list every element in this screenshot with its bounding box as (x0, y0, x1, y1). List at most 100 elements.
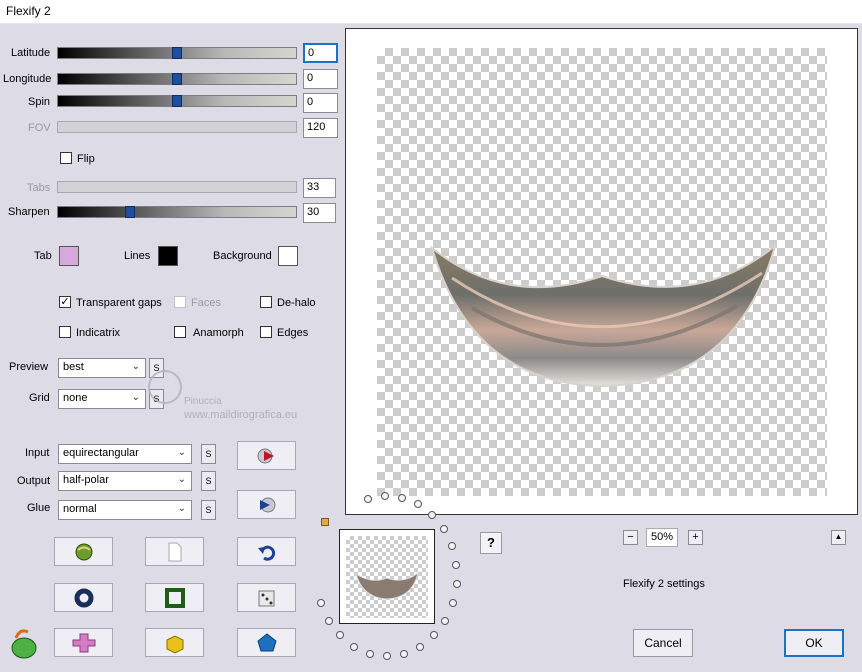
dial-dot[interactable] (441, 616, 450, 625)
dial-dot[interactable] (413, 500, 422, 509)
tab-color-label: Tab (34, 250, 52, 262)
ok-button[interactable]: OK (784, 629, 844, 657)
latitude-slider-thumb[interactable] (172, 47, 182, 59)
background-color-label: Background (213, 250, 272, 262)
fov-slider (57, 121, 297, 133)
tab-color-swatch[interactable] (59, 246, 79, 266)
watermark-name: Pinuccia (184, 396, 222, 407)
dial-dot[interactable] (350, 642, 359, 651)
glue-select[interactable]: normal ⌄ (58, 500, 192, 520)
latitude-field[interactable]: 0 (303, 43, 338, 63)
play-icon (259, 497, 275, 512)
undo-icon (257, 545, 275, 561)
de-halo-checkbox[interactable] (260, 296, 272, 308)
longitude-label: Longitude (3, 73, 52, 85)
dial-dot[interactable] (366, 649, 375, 658)
ring-icon (74, 588, 93, 607)
preview-checkerboard (377, 48, 827, 496)
output-s-button[interactable]: S (201, 471, 216, 491)
de-halo-label: De-halo (277, 297, 316, 309)
tabs-field[interactable]: 33 (303, 178, 336, 198)
pentagon-shape-button[interactable] (237, 628, 296, 657)
cross-icon (72, 633, 95, 652)
load-preset-button[interactable] (54, 537, 113, 566)
lines-color-label: Lines (124, 250, 151, 262)
window-title: Flexify 2 (6, 4, 51, 18)
random-button[interactable] (237, 583, 296, 612)
spin-slider[interactable] (57, 95, 297, 107)
watermark-url: www.maildirografica.eu (184, 409, 298, 421)
page-icon (168, 542, 181, 561)
dial-dot[interactable] (324, 616, 333, 625)
output-label: Output (17, 475, 51, 487)
spin-slider-thumb[interactable] (172, 95, 182, 107)
dial-dot[interactable] (448, 599, 457, 608)
zoom-level: 50% (646, 528, 678, 547)
dial-dot[interactable] (439, 524, 448, 533)
background-color-swatch[interactable] (278, 246, 298, 266)
edges-checkbox[interactable] (260, 326, 272, 338)
glue-s-button[interactable]: S (201, 500, 216, 520)
preview-quality-select[interactable]: best ⌄ (58, 358, 146, 378)
square-frame-button[interactable] (145, 583, 204, 612)
preview-canvas[interactable] (345, 28, 858, 515)
longitude-field[interactable]: 0 (303, 69, 338, 89)
cross-shape-button[interactable] (54, 628, 113, 657)
undo-button[interactable] (237, 537, 296, 566)
dial-dot[interactable] (399, 649, 408, 658)
zoom-out-button[interactable]: − (623, 530, 638, 545)
watermark-logo (148, 370, 182, 404)
zoom-in-button[interactable]: + (688, 530, 703, 545)
lines-color-swatch[interactable] (158, 246, 178, 266)
indicatrix-checkbox[interactable] (59, 326, 71, 338)
dial-dot[interactable] (383, 652, 391, 660)
dial-dot[interactable] (317, 599, 326, 608)
grid-value: none (63, 392, 88, 404)
new-preset-button[interactable] (145, 537, 204, 566)
latitude-slider[interactable] (57, 47, 297, 59)
dial-dot[interactable] (415, 642, 424, 651)
input-select[interactable]: equirectangular ⌄ (58, 444, 192, 464)
grid-select[interactable]: none ⌄ (58, 389, 146, 409)
dial-dot[interactable] (447, 542, 456, 551)
longitude-slider-thumb[interactable] (172, 73, 182, 85)
output-select[interactable]: half-polar ⌄ (58, 471, 192, 491)
help-button[interactable]: ? (480, 532, 502, 554)
sharpen-slider[interactable] (57, 206, 297, 218)
output-play-button[interactable] (237, 490, 296, 519)
dial-dot[interactable] (363, 495, 372, 504)
dial-dot[interactable] (380, 492, 389, 501)
collapse-button[interactable]: ▲ (831, 530, 846, 545)
transparent-gaps-label: Transparent gaps (76, 297, 162, 309)
ring-shape-button[interactable] (54, 583, 113, 612)
cancel-button[interactable]: Cancel (633, 629, 693, 657)
dial-dot[interactable] (427, 510, 436, 519)
chevron-down-icon: ⌄ (177, 474, 186, 485)
dial-dot[interactable] (336, 631, 345, 640)
pentagon-icon (256, 632, 277, 651)
transparent-gaps-checkbox[interactable]: ✓ (59, 296, 71, 308)
indicatrix-label: Indicatrix (76, 327, 121, 339)
faces-checkbox (174, 296, 186, 308)
dial-dot[interactable] (452, 580, 461, 589)
flip-label: Flip (77, 153, 95, 165)
spin-label: Spin (28, 96, 51, 108)
input-s-button[interactable]: S (201, 444, 216, 464)
dial-marker[interactable] (321, 518, 329, 526)
longitude-slider[interactable] (57, 73, 297, 85)
settings-label: Flexify 2 settings (623, 578, 705, 590)
navigator-thumbnail[interactable] (339, 529, 435, 624)
dial-dot[interactable] (452, 560, 461, 569)
chevron-down-icon: ⌄ (177, 447, 186, 458)
flip-checkbox[interactable] (60, 152, 72, 164)
dial-dot[interactable] (397, 493, 406, 502)
anamorph-checkbox[interactable] (174, 326, 186, 338)
sharpen-field[interactable]: 30 (303, 203, 336, 223)
dial-dot[interactable] (429, 631, 438, 640)
chevron-down-icon: ⌄ (131, 392, 140, 403)
sharpen-slider-thumb[interactable] (125, 206, 135, 218)
cube-shape-button[interactable] (145, 628, 204, 657)
spin-field[interactable]: 0 (303, 93, 338, 113)
input-play-button[interactable] (237, 441, 296, 470)
fov-field[interactable]: 120 (303, 118, 338, 138)
